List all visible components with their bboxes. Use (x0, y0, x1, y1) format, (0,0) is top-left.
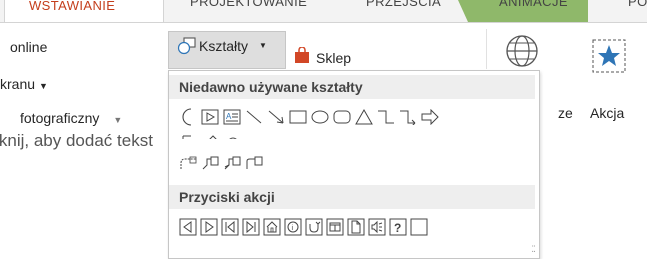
home-action-icon[interactable] (263, 217, 281, 237)
information-action-icon[interactable]: i (284, 217, 302, 237)
svg-text:A: A (226, 112, 232, 121)
action-button[interactable]: Akcja (588, 37, 642, 127)
clipped-shapes-row (179, 133, 479, 139)
block-arrow-shape-icon[interactable] (421, 107, 439, 127)
triangle-shape-icon[interactable] (355, 107, 373, 127)
return-action-icon[interactable] (305, 217, 323, 237)
tab-highlight (458, 0, 468, 22)
screenshot-button[interactable]: kranu ▼ (0, 76, 48, 92)
line-shape-icon[interactable] (245, 107, 263, 127)
recent-shapes-header: Niedawno używane kształty (169, 75, 535, 99)
connector-shapes-row (179, 153, 263, 175)
photo-album-label: fotograficzny (20, 110, 100, 126)
dropdown-arrow-icon: ▼ (259, 41, 267, 50)
photo-album-button[interactable]: fotograficzny ▼ (20, 110, 122, 126)
shapes-icon (177, 37, 196, 55)
resize-grip-icon[interactable]: ⁚⁚ (531, 244, 536, 255)
tab-design[interactable]: PROJEKTOWANIE (190, 0, 307, 16)
slide-placeholder-text[interactable]: Kliknij, aby dodać tekst (0, 131, 153, 151)
oval-shape-icon[interactable] (311, 107, 329, 127)
shapes-label: Kształty (199, 38, 249, 54)
dropdown-arrow-icon: ▼ (113, 115, 123, 125)
globe-icon (506, 35, 538, 67)
moon-shape-icon[interactable] (179, 107, 197, 127)
tab-label: WSTAWIANIE (29, 0, 116, 13)
help-action-icon[interactable]: ? (389, 217, 407, 237)
forward-action-icon[interactable] (200, 217, 218, 237)
elbow-connector-box-icon[interactable] (201, 153, 219, 173)
play-box-shape-icon[interactable] (201, 107, 219, 127)
arrow-line-shape-icon[interactable] (267, 107, 285, 127)
document-action-icon[interactable] (347, 217, 365, 237)
store-icon (295, 47, 309, 63)
rectangle-shape-icon[interactable] (289, 107, 307, 127)
curved-connector-box-icon[interactable] (245, 153, 263, 173)
curved-connector-shape-icon[interactable] (179, 153, 197, 173)
svg-text:i: i (292, 225, 294, 232)
tab-animations[interactable]: ANIMACJE (499, 0, 568, 16)
action-label: Akcja (590, 105, 625, 121)
svg-text:?: ? (394, 221, 401, 235)
custom-action-icon[interactable] (410, 217, 428, 237)
store-label: Sklep (316, 50, 352, 66)
tab-slideshow[interactable]: POKAZ SLAJDÓW (628, 0, 647, 16)
elbow-connector-arrow-box-icon[interactable] (223, 153, 241, 173)
movie-action-icon[interactable] (326, 217, 344, 237)
action-buttons-row: i ? (179, 217, 428, 239)
back-action-icon[interactable] (179, 217, 197, 237)
online-pictures-button[interactable]: online (10, 39, 47, 55)
store-button[interactable]: Sklep (292, 43, 368, 69)
hyperlink-label-partial: ze (558, 105, 573, 121)
tab-label: ANIMACJE (499, 0, 568, 9)
beginning-action-icon[interactable] (221, 217, 239, 237)
rounded-rectangle-shape-icon[interactable] (333, 107, 351, 127)
tab-transitions[interactable]: PRZEJŚCIA (366, 0, 441, 16)
tab-label: PRZEJŚCIA (366, 0, 442, 9)
tab-insert[interactable]: WSTAWIANIE (4, 0, 164, 22)
online-pictures-label: online (10, 39, 48, 55)
sound-action-icon[interactable] (368, 217, 386, 237)
tab-label: POKAZ SLAJDÓW (628, 0, 647, 9)
ribbon-tab-bar: WSTAWIANIE PROJEKTOWANIE PRZEJŚCIA ANIMA… (0, 0, 647, 23)
textbox-shape-icon[interactable]: A (223, 107, 241, 127)
recent-shapes-row: A (179, 107, 439, 129)
ribbon-separator (486, 29, 487, 69)
tab-label: PROJEKTOWANIE (190, 0, 308, 9)
hyperlink-label: ze (558, 105, 573, 121)
elbow-arrow-connector-shape-icon[interactable] (399, 107, 417, 127)
action-buttons-header: Przyciski akcji (169, 185, 535, 209)
star-icon (592, 39, 626, 73)
shapes-gallery: Niedawno używane kształty A Przyciski ak… (168, 70, 540, 259)
dropdown-arrow-icon: ▼ (39, 81, 48, 91)
elbow-connector-shape-icon[interactable] (377, 107, 395, 127)
end-action-icon[interactable] (242, 217, 260, 237)
shapes-button[interactable]: Kształty ▼ (168, 31, 286, 69)
screenshot-label: kranu (0, 76, 36, 92)
